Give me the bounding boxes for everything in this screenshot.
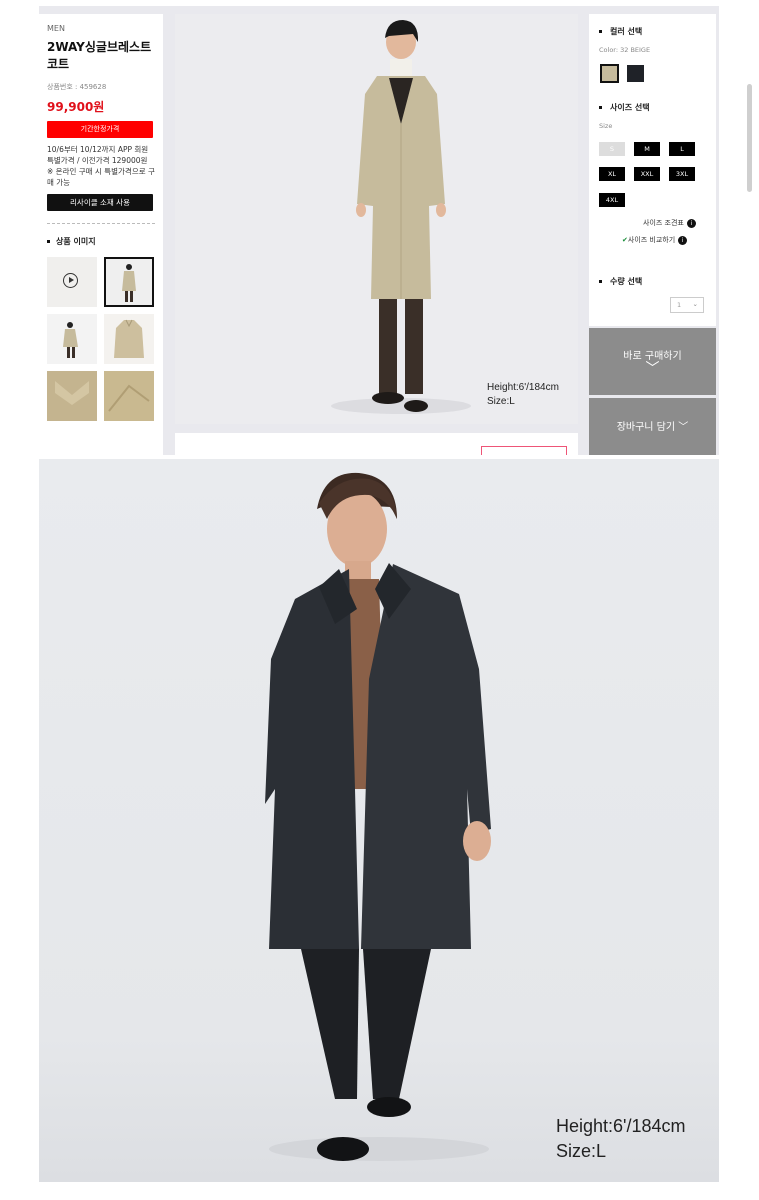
chevron-down-icon: ﹀ (678, 422, 689, 433)
related-section-strip (175, 433, 578, 455)
add-cart-label: 장바구니 담기 (616, 422, 676, 433)
color-value: Color: 32 BEIGE (599, 46, 651, 54)
size-label: Size (599, 122, 613, 130)
model-thumbnail-image (104, 257, 154, 307)
images-heading: 상품 이미지 (47, 236, 155, 247)
thumbnail-detail[interactable] (104, 371, 154, 421)
color-swatch-navy[interactable] (627, 65, 644, 82)
scrollbar[interactable] (747, 84, 752, 192)
coat-flat-image (104, 314, 154, 364)
thumbnail-flat-coat[interactable] (104, 314, 154, 364)
size-s-button[interactable]: S (599, 142, 625, 156)
recycled-material-button[interactable]: 리사이클 소재 사용 (47, 194, 153, 211)
size-3xl-button[interactable]: 3XL (669, 167, 695, 181)
size-xl-button[interactable]: XL (599, 167, 625, 181)
product-info-panel: MEN 2WAY싱글브레스트 코트 상품번호 : 459628 99,900원 … (39, 14, 163, 455)
buy-now-label: 바로 구매하기 (623, 351, 682, 362)
model-beige-coat-image (175, 14, 578, 424)
chevron-down-icon: ⌄ (692, 300, 698, 308)
color-heading: 컬러 선택 (599, 26, 642, 37)
limited-price-button[interactable]: 기간한정가격 (47, 121, 153, 138)
thumbnail-front[interactable] (104, 257, 154, 307)
model-side-image (47, 314, 97, 364)
fabric-detail-image (104, 371, 154, 421)
model-navy-coat-image (39, 459, 719, 1182)
promo-note: 10/6부터 10/12까지 APP 회원 특별가격 / 이전가격 129000… (47, 145, 155, 187)
thumbnail-grid (47, 257, 155, 421)
collar-detail-image (47, 371, 97, 421)
quantity-heading: 수량 선택 (599, 276, 642, 287)
related-button-edge[interactable] (481, 446, 567, 455)
info-icon: i (678, 235, 688, 245)
options-panel: 컬러 선택 Color: 32 BEIGE 사이즈 선택 Size S M L … (589, 14, 716, 326)
image-caption-height: Height:6'/184cm (487, 382, 559, 393)
size-chart-link[interactable]: 사이즈 조견표 i (643, 218, 696, 228)
large-product-image: Height:6'/184cm Size:L (39, 459, 719, 1182)
size-m-button[interactable]: M (634, 142, 660, 156)
play-icon (63, 273, 78, 288)
chevron-down-icon: ﹀ (645, 361, 660, 377)
image-caption-size: Size:L (556, 1141, 607, 1161)
divider (47, 223, 155, 224)
thumbnail-collar[interactable] (47, 371, 97, 421)
product-number: 상품번호 : 459628 (47, 83, 107, 91)
main-product-image: Height:6'/184cm Size:L (175, 14, 578, 424)
size-compare-link[interactable]: ✔사이즈 비교하기 i (622, 235, 688, 245)
category-label: MEN (47, 24, 65, 33)
product-title: 2WAY싱글브레스트 코트 (47, 40, 152, 71)
size-4xl-button[interactable]: 4XL (599, 193, 625, 207)
size-heading: 사이즈 선택 (599, 102, 650, 113)
image-caption-height: Height:6'/184cm (556, 1116, 686, 1136)
product-page-screenshot: MEN 2WAY싱글브레스트 코트 상품번호 : 459628 99,900원 … (39, 6, 719, 455)
quantity-value: 1 (677, 301, 682, 309)
quantity-select[interactable]: 1 ⌄ (670, 297, 704, 313)
add-to-cart-button[interactable]: 장바구니 담기 ﹀ (589, 398, 716, 455)
buy-now-button[interactable]: 바로 구매하기 ﹀ (589, 328, 716, 395)
thumbnail-video[interactable] (47, 257, 97, 307)
product-price: 99,900원 (47, 100, 105, 114)
image-caption-size: Size:L (487, 396, 515, 407)
size-xxl-button[interactable]: XXL (634, 167, 660, 181)
color-swatch-beige[interactable] (600, 64, 619, 83)
info-icon: i (686, 218, 696, 228)
size-l-button[interactable]: L (669, 142, 695, 156)
thumbnail-side[interactable] (47, 314, 97, 364)
